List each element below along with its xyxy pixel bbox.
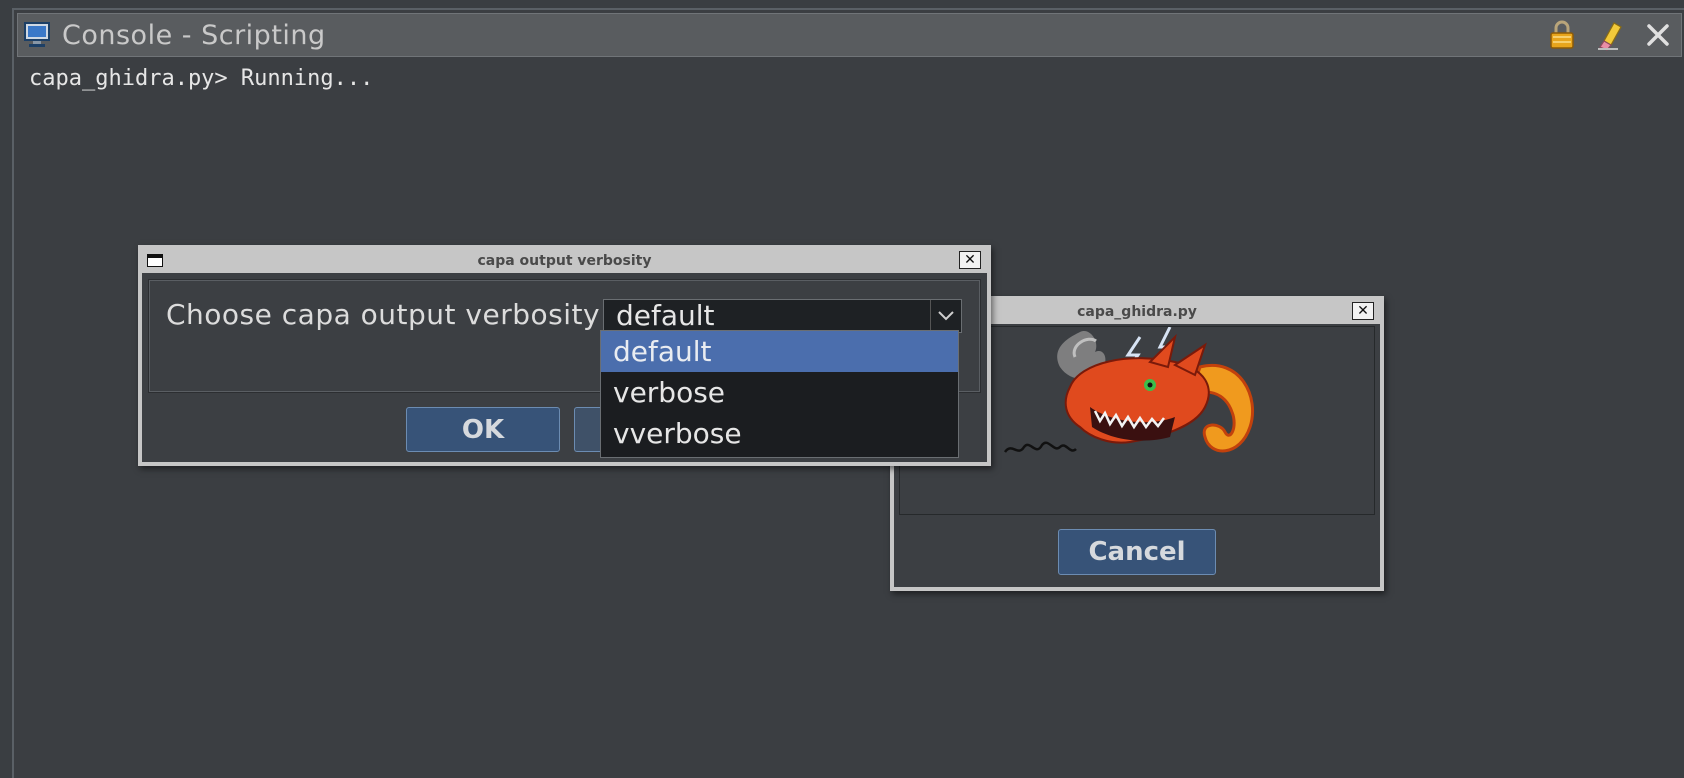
verbosity-select[interactable]: default bbox=[603, 299, 962, 333]
dragon-image bbox=[1000, 327, 1300, 461]
script-dialog-title: capa_ghidra.py bbox=[1077, 304, 1197, 320]
chevron-down-icon[interactable] bbox=[930, 300, 961, 332]
verbosity-select-value: default bbox=[616, 299, 715, 332]
script-dialog-close-button[interactable]: ✕ bbox=[1352, 302, 1374, 320]
verbosity-prompt: Choose capa output verbosity bbox=[166, 298, 601, 331]
verbosity-dialog-title-bar: capa output verbosity ✕ bbox=[142, 249, 987, 273]
eraser-icon[interactable] bbox=[1593, 18, 1627, 52]
console-title: Console - Scripting bbox=[62, 19, 326, 51]
console-title-bar: Console - Scripting bbox=[17, 13, 1682, 57]
close-icon[interactable] bbox=[1641, 18, 1675, 52]
verbosity-dialog-title: capa output verbosity bbox=[477, 253, 652, 269]
monitor-icon bbox=[22, 21, 52, 49]
option-default[interactable]: default bbox=[601, 331, 958, 372]
ok-button[interactable]: OK bbox=[406, 407, 560, 452]
option-verbose[interactable]: verbose bbox=[601, 372, 958, 413]
lock-icon[interactable] bbox=[1545, 18, 1579, 52]
verbosity-options-list: default verbose vverbose bbox=[600, 330, 959, 458]
console-output: capa_ghidra.py> Running... bbox=[29, 66, 374, 91]
option-vverbose[interactable]: vverbose bbox=[601, 413, 958, 454]
verbosity-dialog-close-button[interactable]: ✕ bbox=[959, 251, 981, 269]
cancel-button[interactable]: Cancel bbox=[1058, 529, 1216, 575]
window-icon bbox=[147, 254, 163, 267]
